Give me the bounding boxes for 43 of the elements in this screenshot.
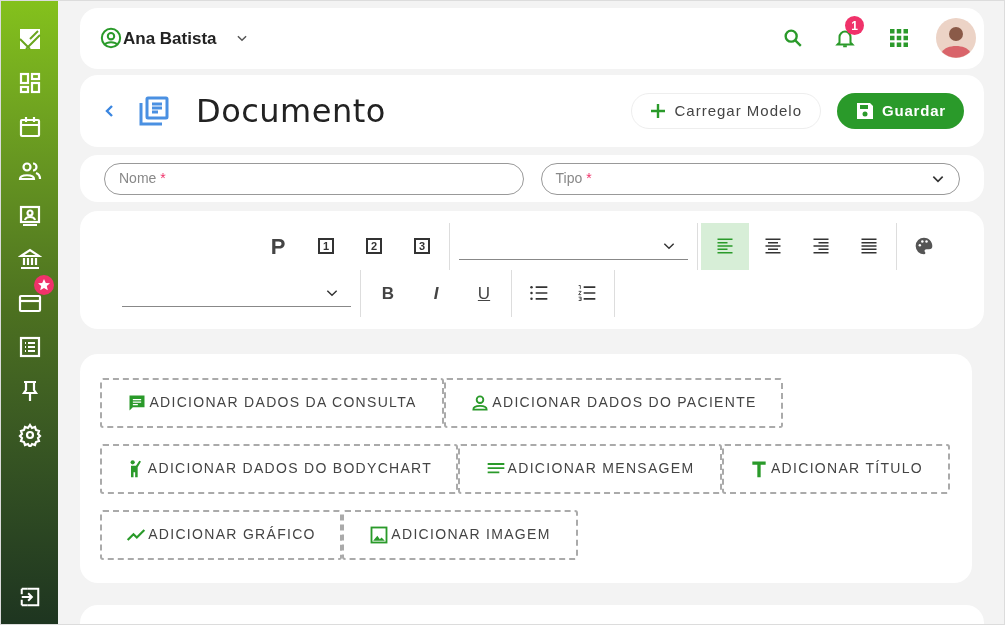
user-circle-icon	[100, 27, 122, 50]
heading-button[interactable]: 2	[350, 222, 398, 270]
logout-icon[interactable]	[18, 586, 41, 608]
settings-icon[interactable]	[17, 423, 42, 447]
add-block-button[interactable]: ADICIONAR TÍTULO	[722, 443, 950, 494]
save-icon	[855, 101, 876, 122]
user-menu-button[interactable]: Ana Batista	[123, 25, 217, 52]
apps-grid-icon[interactable]	[890, 29, 908, 48]
people-icon[interactable]	[17, 159, 42, 183]
logo-icon[interactable]	[17, 27, 42, 51]
underline-button[interactable]: U	[460, 269, 508, 317]
load-template-button[interactable]: Carregar Modelo	[631, 93, 822, 130]
numbered-list-icon	[577, 283, 597, 304]
notification-badge: 1	[845, 16, 864, 36]
palette-icon	[914, 236, 934, 257]
calendar-icon[interactable]	[17, 115, 42, 139]
required-mark: *	[160, 169, 166, 189]
add-block-button[interactable]: ADICIONAR MENSAGEM	[458, 443, 722, 494]
add-block-button[interactable]: ADICIONAR DADOS DO PACIENTE	[444, 377, 783, 428]
paragraph-button[interactable]: P	[254, 222, 302, 270]
field-placeholder: Tipo	[555, 169, 583, 189]
add-block-button[interactable]: ADICIONAR GRÁFICO	[100, 509, 342, 560]
field-placeholder: Nome	[119, 169, 157, 189]
bold-button[interactable]: B	[364, 269, 412, 317]
heading-button[interactable]: 3	[398, 222, 446, 270]
list-icon[interactable]	[17, 335, 42, 359]
italic-button[interactable]: I	[412, 269, 460, 317]
document-icon	[138, 95, 170, 128]
contact-card-icon[interactable]	[17, 203, 42, 227]
add-block-button[interactable]: ADICIONAR DADOS DO BODYCHART	[100, 443, 458, 494]
plus-icon	[650, 103, 667, 120]
required-mark: *	[586, 169, 592, 189]
add-block-button[interactable]: ADICIONAR DADOS DA CONSULTA	[100, 377, 444, 428]
heading-button[interactable]: 1	[302, 222, 350, 270]
avatar[interactable]	[936, 18, 976, 59]
back-icon[interactable]	[104, 104, 116, 119]
page-title: Documento	[196, 91, 386, 133]
bank-icon[interactable]	[17, 247, 42, 271]
image-icon	[369, 524, 390, 545]
save-button[interactable]: Guardar	[837, 93, 964, 130]
dashboard-icon[interactable]	[17, 71, 42, 95]
star-badge-icon	[33, 275, 54, 295]
add-block-button[interactable]: ADICIONAR IMAGEM	[342, 509, 578, 560]
